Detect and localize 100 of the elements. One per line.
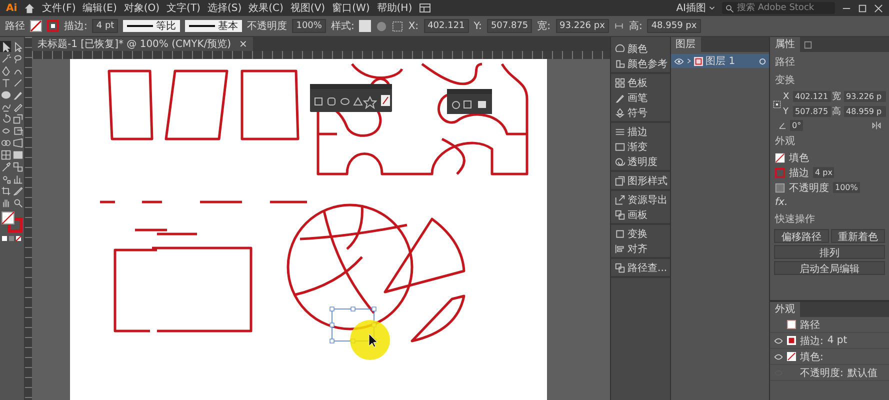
properties-tab[interactable]: 属性 xyxy=(770,37,800,52)
document-tab[interactable]: 未标题-1 [已恢复]* @ 100% (CMYK/预览) × xyxy=(32,37,254,51)
panel-button[interactable]: 画板 xyxy=(610,207,648,222)
stroke-weight-field[interactable]: 4 px xyxy=(813,167,834,178)
no-fill-swatch-icon[interactable] xyxy=(787,352,796,361)
y-field[interactable]: 507.875 xyxy=(486,19,532,33)
menu-item[interactable]: 文字(T) xyxy=(166,1,200,15)
menu-item[interactable]: 选择(S) xyxy=(207,1,242,15)
tool-button[interactable] xyxy=(0,161,12,172)
no-fill-swatch-icon[interactable] xyxy=(775,152,785,162)
tool-button[interactable] xyxy=(0,89,12,100)
rotation-field[interactable]: 0° xyxy=(790,120,804,131)
opacity-field[interactable]: 100% xyxy=(292,19,326,33)
tool-button[interactable] xyxy=(12,77,24,88)
quick-action-button[interactable]: 启动全局编辑 xyxy=(774,261,885,275)
tool-button[interactable] xyxy=(12,113,24,124)
menu-item[interactable]: 帮助(H) xyxy=(376,1,412,15)
panel-button[interactable]: 资源导出 xyxy=(610,192,668,207)
x-field[interactable]: 402.121 xyxy=(793,91,831,102)
stroke-swatch-icon[interactable] xyxy=(775,168,785,178)
tool-button[interactable] xyxy=(0,137,12,148)
link-icon[interactable] xyxy=(614,21,624,31)
layout-icon[interactable] xyxy=(419,3,432,13)
tool-button[interactable] xyxy=(12,41,24,52)
menu-item[interactable]: 窗口(W) xyxy=(332,1,370,15)
tool-button[interactable] xyxy=(0,149,12,160)
x-field[interactable]: 402.121 xyxy=(424,19,469,33)
variable-width-profile-dropdown[interactable]: 等比 xyxy=(123,20,180,32)
appearance-tab[interactable]: 外观 xyxy=(770,302,800,317)
quick-action-button[interactable]: 偏移路径 xyxy=(774,229,828,243)
tool-button[interactable] xyxy=(0,53,12,64)
layers-tab[interactable]: 图层 xyxy=(670,37,701,52)
panel-button[interactable]: 对齐 xyxy=(610,241,648,256)
panel-button[interactable]: 颜色参考 xyxy=(610,56,668,71)
menu-item[interactable]: 视图(V) xyxy=(290,1,326,15)
menu-item[interactable]: 文件(F) xyxy=(42,1,76,15)
opacity-field[interactable]: 100% xyxy=(833,182,860,193)
tool-button[interactable] xyxy=(0,185,12,196)
panel-button[interactable]: 颜色 xyxy=(610,41,648,56)
panel-button[interactable]: 画笔 xyxy=(610,90,648,105)
tool-button[interactable] xyxy=(0,77,12,88)
tool-button[interactable] xyxy=(0,41,12,52)
tool-button[interactable] xyxy=(0,197,12,208)
home-icon[interactable] xyxy=(24,2,36,14)
appearance-row[interactable]: 不透明度: 默认值 xyxy=(770,365,889,381)
panel-button[interactable]: 透明度 xyxy=(610,154,658,169)
style-swatch-icon[interactable] xyxy=(359,20,372,32)
stroke-weight-field[interactable]: 4 pt xyxy=(92,19,118,33)
panel-button[interactable]: 符号 xyxy=(610,105,648,120)
panel-button[interactable]: 变换 xyxy=(610,226,648,241)
style-label: 样式: xyxy=(330,20,354,33)
tool-button[interactable] xyxy=(12,197,24,208)
tool-button[interactable] xyxy=(0,65,12,76)
fill-stroke-swatches-icon[interactable] xyxy=(0,211,23,233)
reference-point-icon[interactable] xyxy=(773,98,781,110)
stroke-swatch-icon[interactable] xyxy=(787,336,796,345)
color-modes-icon[interactable] xyxy=(0,236,23,242)
panel-button[interactable]: 路径查... xyxy=(610,260,668,275)
tool-button[interactable] xyxy=(12,125,24,136)
y-field[interactable]: 507.875 xyxy=(793,106,831,117)
tool-button[interactable] xyxy=(12,185,24,196)
quick-action-button[interactable]: 排列 xyxy=(774,245,885,259)
libraries-tab-icon[interactable] xyxy=(804,40,812,48)
panel-button[interactable]: 色板 xyxy=(610,75,648,90)
flip-icon[interactable] xyxy=(872,121,881,130)
quick-actions-heading: 快速操作 xyxy=(774,212,816,227)
menu-item[interactable]: 效果(C) xyxy=(248,1,284,15)
height-field[interactable]: 48.959 p xyxy=(844,106,886,117)
menu-item[interactable]: 编辑(E) xyxy=(82,1,117,15)
target-circle-icon[interactable] xyxy=(759,58,766,64)
appearance-row[interactable]: 描边: 4 pt xyxy=(770,333,889,349)
width-field[interactable]: 93.226 px xyxy=(556,19,609,33)
width-field[interactable]: 93.226 p xyxy=(844,91,886,102)
brush-definition-dropdown[interactable]: 基本 xyxy=(185,20,242,32)
floating-toolbar-drawing[interactable] xyxy=(446,89,492,114)
effects-button[interactable]: fx. xyxy=(775,197,788,208)
workspace-switcher[interactable]: AI插图 xyxy=(676,1,715,15)
tool-button[interactable] xyxy=(12,101,24,112)
appearance-row[interactable]: 填色: xyxy=(770,349,889,365)
maximize-icon[interactable] xyxy=(858,4,867,12)
tool-button[interactable] xyxy=(0,173,12,184)
height-field[interactable]: 48.959 px xyxy=(647,19,701,33)
panel-button[interactable]: 图形样式 xyxy=(610,173,668,188)
quick-action-button[interactable]: 重新着色 xyxy=(830,229,885,243)
tool-button[interactable] xyxy=(12,161,24,172)
stroke-swatch-icon[interactable] xyxy=(47,20,59,32)
appearance-row[interactable]: 路径 xyxy=(770,317,889,333)
tool-button[interactable] xyxy=(12,173,24,184)
floating-toolbar-drawing[interactable] xyxy=(310,84,392,112)
panel-button[interactable]: 渐变 xyxy=(610,139,648,154)
menu-item[interactable]: 对象(O) xyxy=(124,1,160,15)
panel-button[interactable]: 描边 xyxy=(610,124,648,139)
tool-button[interactable] xyxy=(12,89,24,100)
tool-button[interactable] xyxy=(12,137,24,148)
close-icon[interactable] xyxy=(874,4,883,12)
align-grid-icon[interactable] xyxy=(392,20,404,32)
layer-row[interactable]: 图层 1 xyxy=(670,54,769,68)
no-fill-swatch-icon[interactable] xyxy=(30,20,42,32)
tool-button[interactable] xyxy=(12,149,24,160)
tool-button[interactable] xyxy=(12,53,24,64)
